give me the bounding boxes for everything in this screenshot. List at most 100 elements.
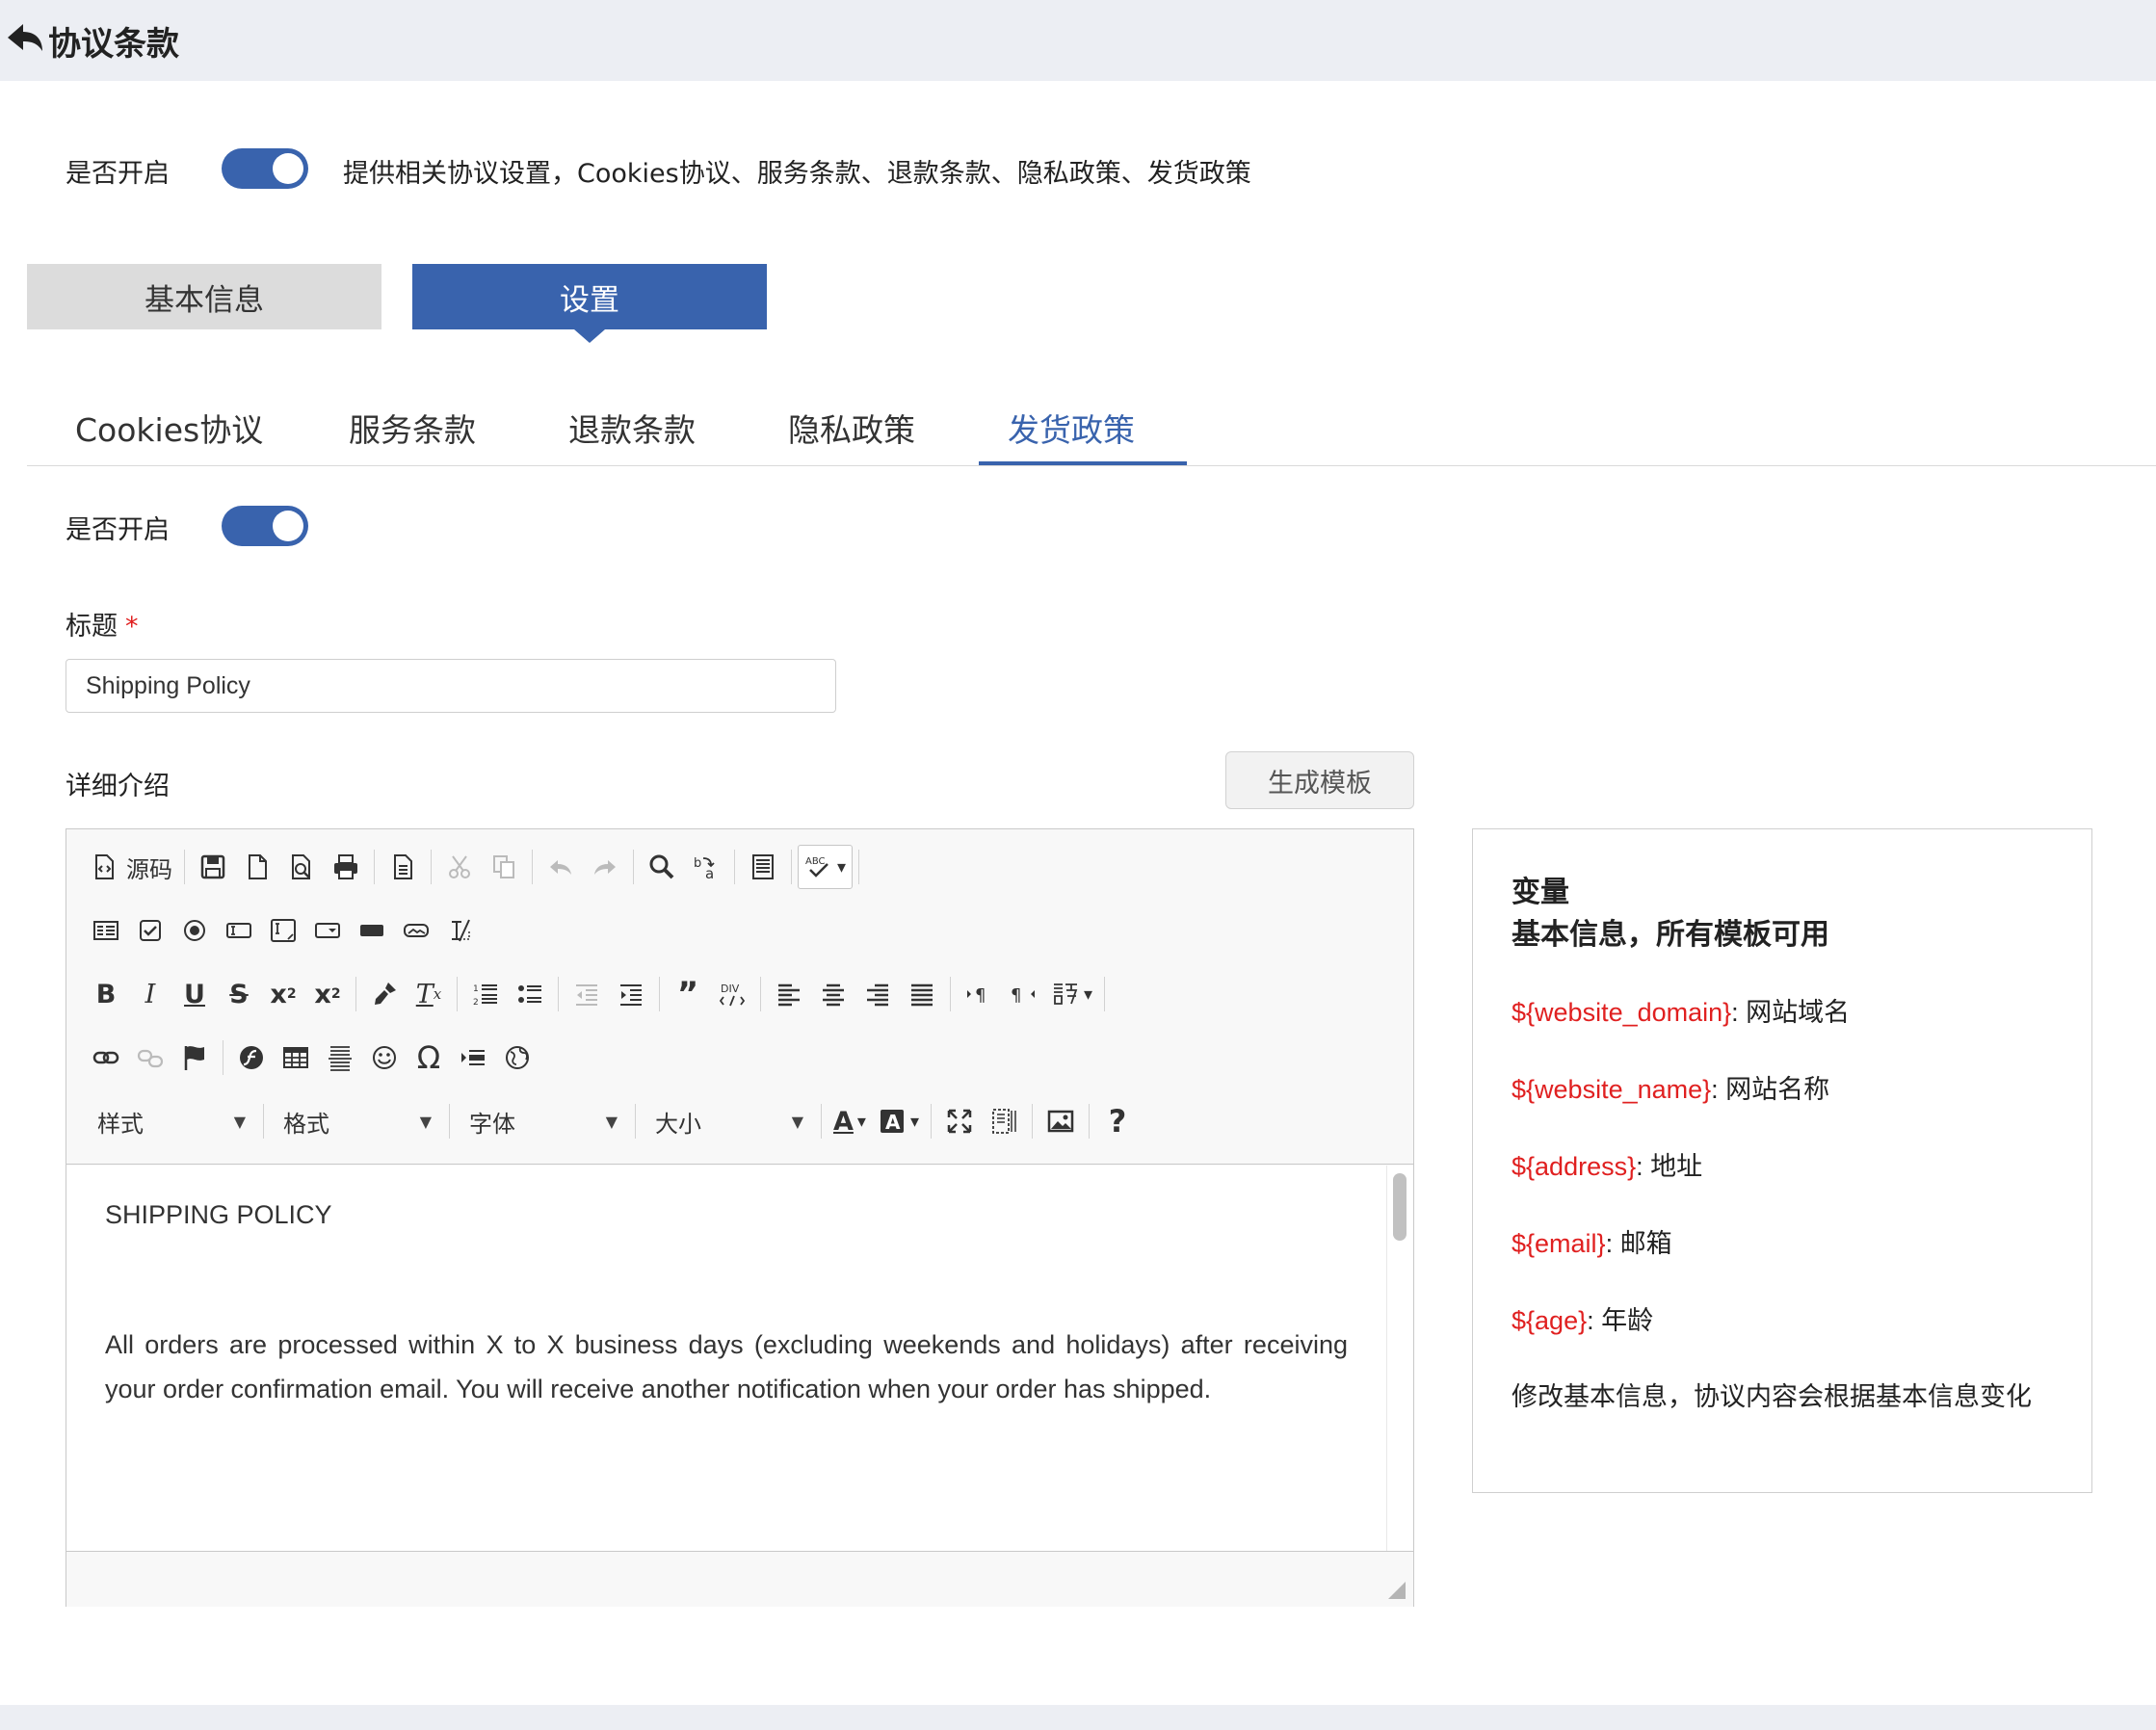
smiley-icon[interactable] [362,1035,407,1080]
bold-icon[interactable]: B [84,972,128,1016]
align-right-icon[interactable] [855,972,900,1016]
toolbar-separator [374,850,375,884]
font-combo[interactable]: 字体 ▼ [456,1099,629,1143]
text-field-icon[interactable] [217,908,261,953]
toolbar-row-2 [84,904,483,957]
toolbar-separator [734,850,735,884]
textarea-icon[interactable] [261,908,305,953]
superscript-icon[interactable]: x2 [305,972,350,1016]
indent-icon[interactable] [609,972,653,1016]
svg-text:ABC: ABC [805,856,826,867]
background-color-dropdown[interactable]: A ▾ [872,1099,925,1143]
subscript-icon[interactable]: x2 [261,972,305,1016]
top-bar: 协议条款 [0,0,2156,81]
content-heading: SHIPPING POLICY [105,1200,332,1229]
maximize-icon[interactable] [937,1099,982,1143]
show-blocks-icon[interactable] [982,1099,1026,1143]
toolbar-separator [1104,977,1106,1011]
text-color-icon: A [833,1106,854,1137]
chevron-down-icon: ▼ [419,1112,432,1131]
iframe-globe-icon[interactable] [495,1035,539,1080]
print-icon[interactable] [324,845,368,889]
variable-desc: : 网站域名 [1731,998,1851,1027]
numbered-list-icon[interactable]: 12 [463,972,508,1016]
tab-terms-of-service[interactable]: 服务条款 [349,405,476,451]
tab-privacy-policy[interactable]: 隐私政策 [788,405,915,451]
title-input[interactable] [66,659,836,713]
button-field-icon[interactable] [350,908,394,953]
preview-icon[interactable] [279,845,324,889]
select-all-icon[interactable] [741,845,785,889]
toolbar-separator [1032,1104,1034,1139]
find-icon[interactable] [640,845,684,889]
segment-settings[interactable]: 设置 [412,264,767,343]
text-direction-ltr-icon[interactable]: ¶ [957,972,1001,1016]
page-break-icon[interactable] [451,1035,495,1080]
horizontal-line-icon[interactable] [318,1035,362,1080]
link-icon[interactable] [84,1035,128,1080]
save-icon[interactable] [191,845,235,889]
form-icon[interactable] [84,908,128,953]
policy-enable-toggle[interactable] [222,506,308,546]
table-icon[interactable] [274,1035,318,1080]
back-button[interactable]: 协议条款 [4,17,179,65]
undo-icon[interactable] [539,845,583,889]
style-combo[interactable]: 样式 ▼ [84,1099,257,1143]
align-left-icon[interactable] [767,972,811,1016]
cut-icon[interactable] [437,845,482,889]
blockquote-icon[interactable]: ” [666,972,710,1016]
justify-icon[interactable] [900,972,944,1016]
variable-key: ${address} [1512,1152,1637,1181]
editor-scrollbar[interactable] [1386,1166,1413,1551]
toolbar-separator [431,850,432,884]
checkbox-icon[interactable] [128,908,172,953]
editor-status-bar [66,1551,1413,1607]
align-center-icon[interactable] [811,972,855,1016]
copy-icon[interactable] [482,845,526,889]
replace-icon[interactable]: ba [684,845,728,889]
spellcheck-dropdown[interactable]: ABC ▾ [798,845,854,889]
image-button-icon[interactable] [394,908,438,953]
new-page-icon[interactable] [235,845,279,889]
tab-cookies[interactable]: Cookies协议 [75,405,263,451]
outdent-icon[interactable] [565,972,609,1016]
flash-icon[interactable] [229,1035,274,1080]
redo-icon[interactable] [583,845,627,889]
tab-refund-policy[interactable]: 退款条款 [568,405,696,451]
italic-icon[interactable]: I [128,972,172,1016]
text-direction-rtl-icon[interactable]: ¶ [1001,972,1045,1016]
toolbar-separator [263,1104,264,1139]
language-dropdown[interactable]: ▾ [1045,972,1098,1016]
generate-template-button[interactable]: 生成模板 [1225,751,1414,809]
source-button[interactable]: 源码 [84,845,178,889]
text-color-dropdown[interactable]: A ▾ [828,1099,872,1143]
segment-basic-info[interactable]: 基本信息 [27,264,381,329]
copy-format-icon[interactable] [362,972,407,1016]
format-combo[interactable]: 格式 ▼ [270,1099,443,1143]
special-char-icon[interactable]: Ω [407,1035,451,1080]
unlink-icon[interactable] [128,1035,172,1080]
hidden-field-icon[interactable] [438,908,483,953]
anchor-flag-icon[interactable] [172,1035,217,1080]
tab-shipping-policy[interactable]: 发货政策 [1008,405,1135,451]
image-icon[interactable] [1039,1099,1083,1143]
create-div-icon[interactable]: DIV [710,972,754,1016]
page-title: 协议条款 [48,24,179,64]
variables-subheading: 基本信息，所有模板可用 [1512,918,1829,952]
font-combo-label: 字体 [469,1110,515,1138]
help-icon[interactable]: ? [1095,1099,1140,1143]
underline-icon[interactable]: U [172,972,217,1016]
scrollbar-thumb[interactable] [1393,1173,1407,1241]
templates-icon[interactable] [381,845,425,889]
global-enable-toggle[interactable] [222,148,308,189]
size-combo[interactable]: 大小 ▼ [642,1099,815,1143]
toolbar-row-1: 源码 ba ABC ▾ [84,841,865,893]
remove-format-icon[interactable]: Tx [407,972,451,1016]
bullet-list-icon[interactable] [508,972,552,1016]
resize-handle-icon[interactable] [1388,1582,1406,1599]
select-field-icon[interactable] [305,908,350,953]
radio-icon[interactable] [172,908,217,953]
strikethrough-icon[interactable]: S [217,972,261,1016]
editor-content[interactable]: SHIPPING POLICY All orders are processed… [66,1166,1386,1551]
toolbar-separator [950,977,951,1011]
